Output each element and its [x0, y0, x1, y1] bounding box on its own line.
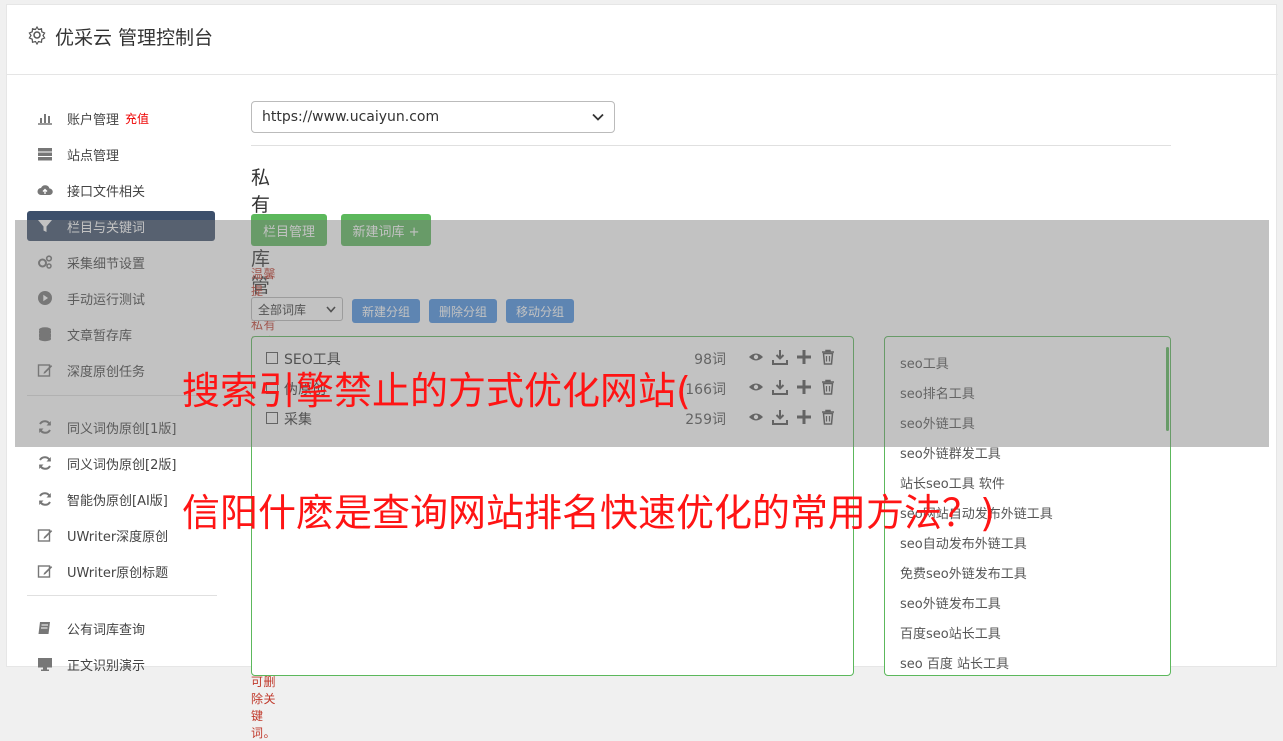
sidebar-item-label: 同义词伪原创[2版] [67, 457, 177, 473]
sidebar-item-text-recognition[interactable]: 正文识别演示 [27, 649, 215, 679]
app-title: 优采云 管理控制台 [55, 27, 214, 49]
chevron-down-icon [592, 113, 604, 121]
refresh-icon [39, 492, 51, 506]
overlay-headline-2: 信阳什麽是查询网站排名快速优化的常用方法？) [182, 491, 995, 535]
sidebar-item-uwriter-title[interactable]: UWriter原创标题 [27, 556, 215, 586]
sidebar-item-synonym-v2[interactable]: 同义词伪原创[2版] [27, 448, 215, 478]
site-select[interactable]: https://www.ucaiyun.com [251, 101, 615, 133]
sidebar-divider [27, 595, 217, 596]
sidebar-item-label: UWriter深度原创 [67, 529, 169, 545]
sidebar-item-label: UWriter原创标题 [67, 565, 169, 581]
divider [251, 145, 1171, 146]
keyword-item[interactable]: seo 百度 站长工具 [900, 653, 1009, 672]
recharge-link[interactable]: 充值 [125, 110, 149, 127]
site-select-value: https://www.ucaiyun.com [262, 109, 440, 125]
keyword-item[interactable]: 免费seo外链发布工具 [900, 563, 1027, 582]
monitor-icon [38, 658, 52, 671]
edit-icon [37, 529, 53, 542]
cloud-upload-icon [37, 185, 53, 195]
sidebar-item-interface-files[interactable]: 接口文件相关 [27, 175, 215, 205]
overlay-headline-1: 搜索引擎禁止的方式优化网站( [182, 369, 691, 413]
sidebar-item-public-library[interactable]: 公有词库查询 [27, 613, 215, 643]
server-icon [38, 148, 52, 161]
sidebar-item-sites[interactable]: 站点管理 [27, 139, 215, 169]
edit-icon [37, 565, 53, 578]
gear-icon [28, 25, 46, 45]
bar-chart-icon [38, 114, 52, 125]
keyword-item[interactable]: seo外链发布工具 [900, 593, 1001, 612]
sidebar-item-label: 公有词库查询 [67, 622, 146, 638]
sidebar-item-label: 站点管理 [67, 148, 120, 164]
header: 优采云 管理控制台 [7, 5, 1278, 75]
refresh-icon [39, 456, 51, 470]
book-icon [38, 622, 50, 634]
sidebar-item-label: 正文识别演示 [67, 658, 146, 674]
keyword-item[interactable]: 百度seo站长工具 [900, 623, 1001, 642]
sidebar-item-label: 账户管理 [67, 112, 120, 128]
sidebar-item-label: 接口文件相关 [67, 184, 146, 200]
sidebar-item-account[interactable]: 账户管理 充值 [27, 103, 215, 133]
sidebar-item-label: 智能伪原创[AI版] [67, 493, 168, 509]
